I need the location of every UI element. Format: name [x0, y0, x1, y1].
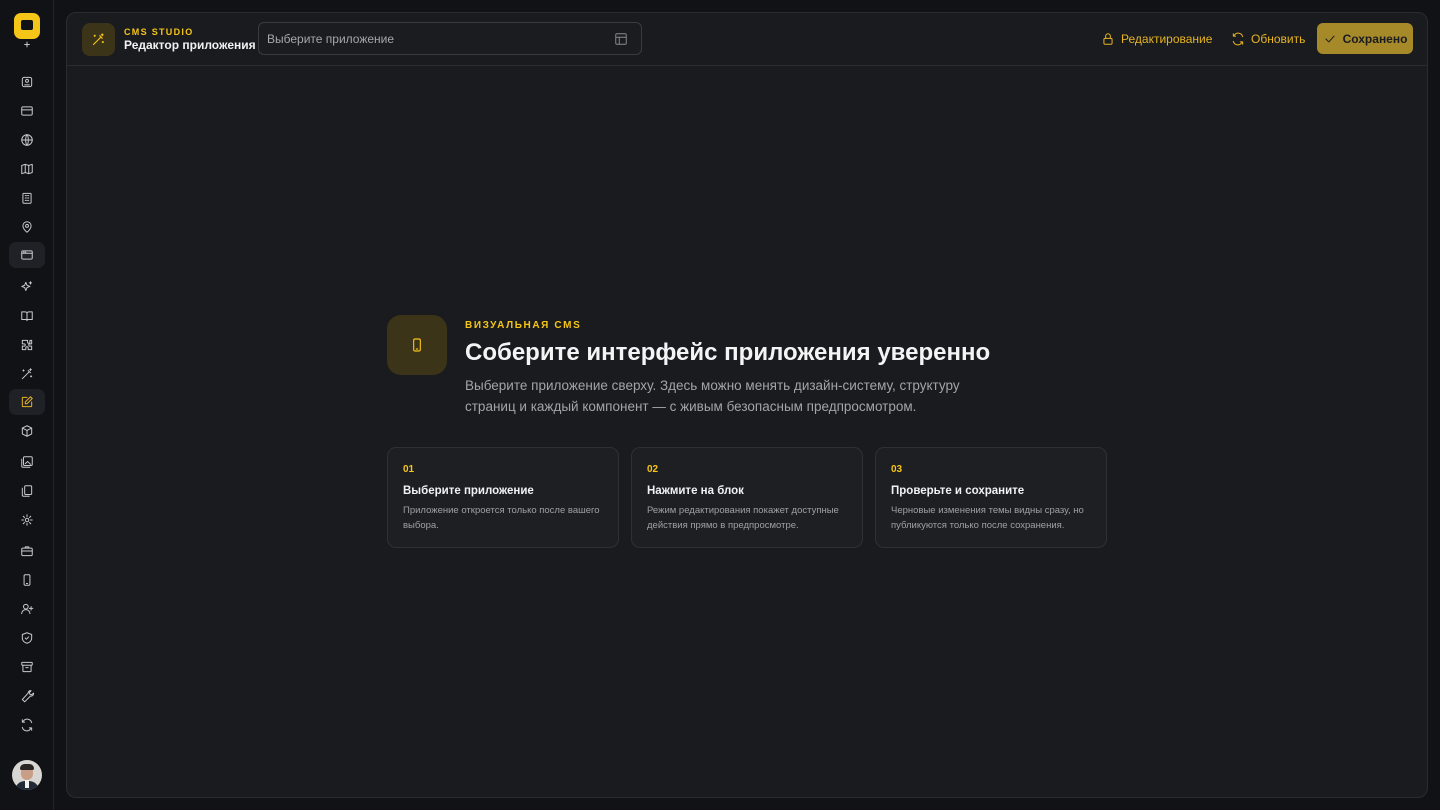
- scan-icon: [21, 76, 33, 88]
- lock-icon: [1103, 32, 1113, 45]
- edit-mode-button[interactable]: Редактирование: [1101, 23, 1212, 54]
- step-description: Черновые изменения темы видны сразу, но …: [891, 505, 1084, 531]
- building-icon: [22, 192, 32, 204]
- refresh-icon: [1232, 32, 1244, 45]
- step-number: 03: [891, 464, 903, 475]
- shield-icon: [21, 632, 33, 644]
- globe-icon: [21, 134, 33, 146]
- sidebar-item-files[interactable]: [9, 478, 45, 504]
- hero-kicker: ВИЗУАЛЬНАЯ CMS: [465, 320, 582, 331]
- editor-header: CMS STUDIO Редактор приложения Выберите …: [67, 13, 1427, 66]
- save-label: Сохранено: [1342, 31, 1408, 46]
- step-description: Приложение откроется только после вашего…: [403, 505, 600, 531]
- box-icon: [21, 425, 33, 437]
- refresh-label: Обновить: [1251, 31, 1306, 46]
- check-icon: [1324, 35, 1335, 42]
- sidebar-item-business[interactable]: [9, 538, 45, 564]
- sidebar: [0, 0, 54, 810]
- settings-icon: [21, 514, 33, 526]
- wand-icon: [21, 368, 33, 380]
- sidebar-item-ai[interactable]: [9, 274, 45, 300]
- refresh-icon: [21, 718, 33, 732]
- brand-badge: [82, 23, 115, 56]
- files-icon: [21, 485, 33, 497]
- plus-icon: [24, 41, 30, 48]
- briefcase-icon: [21, 546, 33, 557]
- sidebar-item-plugins[interactable]: [9, 332, 45, 358]
- sidebar-item-gallery[interactable]: [9, 449, 45, 475]
- hero-badge: [387, 315, 447, 375]
- app-select-placeholder: Выберите приложение: [267, 32, 395, 46]
- sidebar-item-editor[interactable]: [9, 389, 45, 415]
- step-title: Проверьте и сохраните: [891, 485, 1025, 497]
- sidebar-item-security[interactable]: [9, 625, 45, 651]
- app-logo[interactable]: [14, 13, 40, 39]
- edit-icon: [21, 396, 33, 408]
- phone-icon: [23, 574, 31, 586]
- sidebar-item-add[interactable]: [9, 40, 45, 56]
- hero-description: Выберите приложение сверху. Здесь можно …: [465, 378, 960, 414]
- step-card: 01 Выберите приложение Приложение открое…: [387, 447, 619, 548]
- phone-icon: [413, 338, 421, 352]
- sidebar-item-settings[interactable]: [9, 507, 45, 533]
- sidebar-item-sync[interactable]: [9, 712, 45, 738]
- sidebar-item-mobile[interactable]: [9, 567, 45, 593]
- step-card: 03 Проверьте и сохраните Черновые измене…: [875, 447, 1107, 548]
- sidebar-item-cards[interactable]: [9, 98, 45, 124]
- layout-icon: [615, 33, 627, 45]
- user-plus-icon: [21, 603, 34, 615]
- step-card: 02 Нажмите на блок Режим редактирования …: [631, 447, 863, 548]
- brand-kicker: CMS STUDIO: [124, 27, 194, 37]
- sidebar-item-browser[interactable]: [9, 242, 45, 268]
- sidebar-item-packages[interactable]: [9, 418, 45, 444]
- sidebar-item-location[interactable]: [9, 214, 45, 240]
- sidebar-item-map[interactable]: [9, 156, 45, 182]
- book-icon: [21, 311, 33, 322]
- step-title: Нажмите на блок: [647, 485, 744, 497]
- step-number: 01: [403, 464, 415, 475]
- pin-icon: [22, 221, 32, 233]
- gallery-icon: [21, 456, 33, 468]
- step-number: 02: [647, 464, 659, 475]
- step-title: Выберите приложение: [403, 485, 534, 497]
- sparkles-icon: [21, 281, 33, 291]
- editor-panel: CMS STUDIO Редактор приложения Выберите …: [66, 12, 1428, 798]
- map-icon: [21, 163, 33, 175]
- edit-mode-label: Редактирование: [1121, 31, 1213, 46]
- sidebar-item-users[interactable]: [9, 596, 45, 622]
- sidebar-item-archive[interactable]: [9, 654, 45, 680]
- archive-icon: [21, 661, 33, 673]
- sidebar-item-globe[interactable]: [9, 127, 45, 153]
- save-button[interactable]: Сохранено: [1317, 23, 1413, 54]
- wrench-icon: [21, 690, 34, 703]
- browser-icon: [21, 250, 33, 260]
- sidebar-item-tools[interactable]: [9, 683, 45, 709]
- sidebar-item-building[interactable]: [9, 185, 45, 211]
- hero-title: Соберите интерфейс приложения уверенно: [465, 339, 991, 366]
- card-icon: [21, 106, 33, 116]
- sidebar-item-scan[interactable]: [9, 69, 45, 95]
- user-avatar[interactable]: [12, 760, 42, 790]
- refresh-button[interactable]: Обновить: [1231, 23, 1305, 54]
- wand-icon: [92, 33, 105, 46]
- puzzle-icon: [21, 339, 33, 351]
- sidebar-item-docs[interactable]: [9, 303, 45, 329]
- page-title: Редактор приложения: [124, 38, 256, 52]
- app-select[interactable]: Выберите приложение: [258, 22, 642, 55]
- sidebar-item-magic[interactable]: [9, 361, 45, 387]
- step-description: Режим редактирования покажет доступные д…: [647, 505, 839, 531]
